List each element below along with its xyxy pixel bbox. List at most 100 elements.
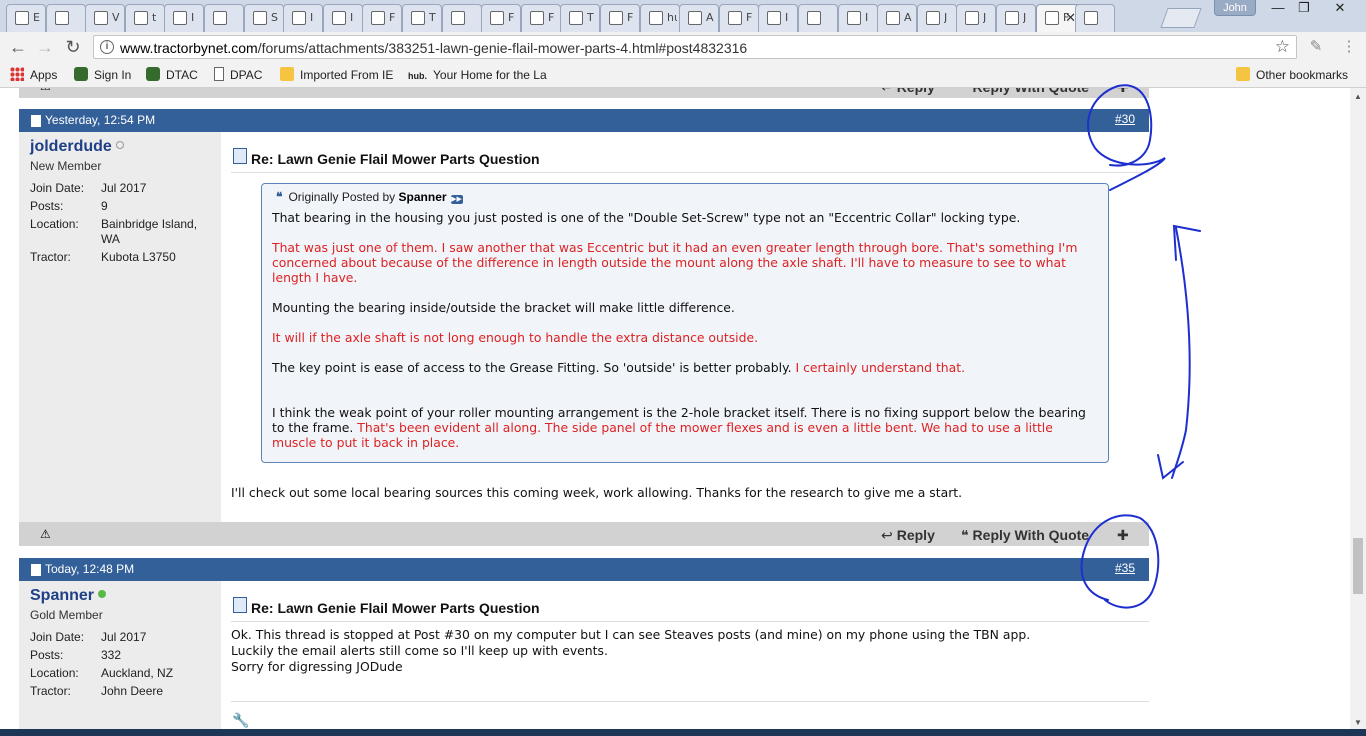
bookmark-star-icon[interactable]: ☆ bbox=[1275, 37, 1290, 57]
hub-icon: hub. bbox=[408, 71, 427, 81]
tab-favicon-icon bbox=[94, 11, 108, 25]
bookmark-apps[interactable]: Apps bbox=[10, 67, 57, 83]
multiquote-icon: ✚ bbox=[1117, 527, 1129, 543]
browser-tab[interactable]: T bbox=[402, 4, 442, 32]
stat-value: Bainbridge Island, WA bbox=[101, 217, 198, 246]
bookmark-dtac[interactable]: DTAC bbox=[146, 67, 198, 83]
signature-divider bbox=[231, 701, 1149, 702]
browser-tab[interactable]: F bbox=[719, 4, 759, 32]
bookmark-label: Imported From IE bbox=[300, 68, 394, 82]
new-tab-button[interactable] bbox=[1160, 8, 1202, 28]
browser-tab[interactable] bbox=[204, 4, 244, 32]
bookmark-your-home[interactable]: hub. Your Home for the La bbox=[408, 67, 547, 83]
browser-tab[interactable]: I bbox=[323, 4, 363, 32]
bookmark-other[interactable]: Other bookmarks bbox=[1236, 67, 1348, 83]
maximize-button[interactable]: ❐ bbox=[1290, 0, 1318, 18]
url-path: /forums/attachments/383251-lawn-genie-fl… bbox=[257, 40, 748, 56]
browser-tab[interactable] bbox=[1075, 4, 1115, 32]
page-viewport: ⚠ ↩Reply ❝Reply With Quote ✚ Yesterday, … bbox=[0, 88, 1350, 729]
tab-favicon-icon bbox=[1045, 11, 1059, 25]
browser-tab[interactable] bbox=[442, 4, 482, 32]
tab-favicon-icon bbox=[728, 11, 742, 25]
browser-tab[interactable]: F bbox=[600, 4, 640, 32]
bookmark-sign-in[interactable]: Sign In bbox=[74, 67, 131, 83]
stat-label: Tractor: bbox=[30, 684, 71, 698]
browser-tab[interactable]: T bbox=[560, 4, 600, 32]
browser-tab[interactable]: E bbox=[6, 4, 46, 32]
tab-favicon-icon bbox=[767, 11, 781, 25]
username-link[interactable]: Spanner bbox=[30, 587, 107, 605]
reload-button[interactable]: ↻ bbox=[62, 37, 84, 59]
quote-icon: ❝ bbox=[961, 88, 969, 95]
browser-tab[interactable]: F bbox=[362, 4, 402, 32]
reply-label: Reply bbox=[897, 88, 935, 95]
url-host: www.tractorbynet.com bbox=[120, 40, 258, 56]
back-button[interactable]: ← bbox=[7, 37, 29, 59]
post-text-line: Ok. This thread is stopped at Post #30 o… bbox=[231, 627, 1031, 642]
stat-label: Join Date: bbox=[30, 181, 85, 195]
page-scrollbar[interactable]: ▲ ▼ bbox=[1350, 88, 1366, 729]
scroll-down-icon[interactable]: ▼ bbox=[1354, 718, 1362, 727]
reply-with-quote-label: Reply With Quote bbox=[973, 88, 1090, 95]
post-number-link[interactable]: #30 bbox=[1115, 112, 1135, 126]
forward-button[interactable]: → bbox=[34, 37, 56, 59]
username-link[interactable]: jolderdude bbox=[30, 138, 124, 156]
multiquote-button[interactable]: ✚ bbox=[1117, 527, 1133, 544]
reply-button[interactable]: ↩Reply bbox=[881, 527, 935, 544]
address-bar[interactable]: i www.tractorbynet.com/forums/attachment… bbox=[93, 35, 1297, 59]
report-icon[interactable]: ⚠ bbox=[40, 527, 51, 541]
post-number-link[interactable]: #35 bbox=[1115, 561, 1135, 575]
browser-tab[interactable]: S bbox=[244, 4, 284, 32]
post-icon bbox=[31, 115, 41, 127]
browser-tab[interactable]: F bbox=[521, 4, 561, 32]
multiquote-icon: ✚ bbox=[1117, 88, 1129, 95]
browser-tab[interactable]: I bbox=[758, 4, 798, 32]
browser-tab[interactable]: J bbox=[917, 4, 957, 32]
folder-icon bbox=[1236, 67, 1250, 81]
browser-tab[interactable]: F bbox=[481, 4, 521, 32]
browser-tab[interactable]: hub. S bbox=[640, 4, 680, 32]
reply-with-quote-button[interactable]: ❝Reply With Quote bbox=[961, 527, 1089, 544]
tab-label: I bbox=[191, 11, 195, 24]
quote-reply-text: I certainly understand that. bbox=[795, 360, 966, 375]
browser-tab[interactable]: I bbox=[838, 4, 878, 32]
scrollbar-thumb[interactable] bbox=[1353, 538, 1363, 594]
browser-tab[interactable] bbox=[46, 4, 86, 32]
url-text[interactable]: www.tractorbynet.com/forums/attachments/… bbox=[120, 40, 747, 56]
reply-with-quote-label: Reply With Quote bbox=[972, 527, 1090, 543]
scroll-up-icon[interactable]: ▲ bbox=[1354, 92, 1362, 101]
browser-tab[interactable] bbox=[798, 4, 838, 32]
browser-tab[interactable]: I bbox=[283, 4, 323, 32]
tab-favicon-icon bbox=[451, 11, 465, 25]
bookmark-imported-from-ie[interactable]: Imported From IE bbox=[280, 67, 393, 83]
menu-icon[interactable]: ⋮ bbox=[1340, 38, 1358, 56]
bookmark-label: Sign In bbox=[94, 68, 132, 82]
bookmark-label: DPAC bbox=[230, 68, 263, 82]
tab-label: F bbox=[508, 11, 515, 24]
post-title: Re: Lawn Genie Flail Mower Parts Questio… bbox=[251, 600, 540, 616]
tab-label: hub. S bbox=[667, 11, 677, 24]
profile-button[interactable]: John bbox=[1214, 0, 1256, 16]
quote-text: The key point is ease of access to the G… bbox=[272, 360, 796, 375]
browser-tab[interactable]: A bbox=[877, 4, 917, 32]
reply-button[interactable]: ↩Reply bbox=[881, 88, 935, 96]
browser-tab[interactable]: J bbox=[956, 4, 996, 32]
tab-favicon-icon bbox=[134, 11, 148, 25]
browser-tab[interactable]: I bbox=[164, 4, 204, 32]
bookmark-dpac[interactable]: DPAC bbox=[214, 67, 262, 83]
info-icon[interactable]: i bbox=[100, 40, 114, 54]
stat-label: Location: bbox=[30, 666, 79, 680]
minimize-button[interactable]: — bbox=[1264, 0, 1292, 18]
browser-tab[interactable]: J bbox=[996, 4, 1036, 32]
browser-tab[interactable]: V bbox=[85, 4, 125, 32]
browser-tab[interactable]: A bbox=[679, 4, 719, 32]
multiquote-button[interactable]: ✚ bbox=[1117, 88, 1133, 96]
stat-label: Posts: bbox=[30, 199, 64, 213]
view-post-arrow-icon[interactable]: ▶▶ bbox=[450, 195, 463, 204]
pdf-extension-icon[interactable]: ✎ bbox=[1307, 38, 1325, 56]
browser-tab[interactable]: t bbox=[125, 4, 165, 32]
quote-icon: ❝ bbox=[961, 527, 969, 543]
close-window-button[interactable]: ✕ bbox=[1326, 0, 1354, 18]
report-icon[interactable]: ⚠ bbox=[40, 88, 51, 93]
reply-with-quote-button[interactable]: ❝ Reply With Quote bbox=[961, 88, 1089, 96]
